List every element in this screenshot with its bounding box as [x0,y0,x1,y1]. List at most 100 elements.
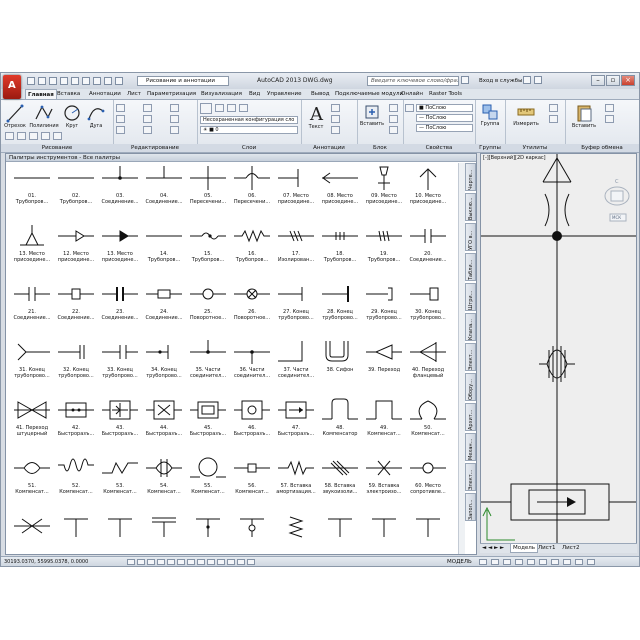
copy-clip-icon[interactable] [605,115,614,123]
cut-icon[interactable] [605,104,614,112]
palette-tool[interactable]: 13. Место присоедине... [10,221,54,279]
palette-tool[interactable] [10,511,54,554]
palette-tab-3[interactable]: УГО в... [465,223,476,251]
palette-tool[interactable] [230,511,274,554]
dyn-icon[interactable] [207,559,215,565]
palette-tool[interactable]: 50. Компенсат... [406,395,450,453]
palette-tool[interactable]: 26. Поворотное... [230,279,274,337]
grid-icon[interactable] [137,559,145,565]
hatch-icon[interactable] [17,132,26,140]
text-button[interactable]: A Текст [304,102,328,130]
edit-block-icon[interactable] [389,115,398,123]
palette-tool[interactable]: 14. Трубопров... [142,221,186,279]
palette-tool[interactable]: 16. Трубопров... [230,221,274,279]
ducs-icon[interactable] [197,559,205,565]
maximize-button[interactable]: ▫ [606,75,620,86]
layer-state-select[interactable]: Несохраненная конфигурация сло [200,116,298,124]
tab-9[interactable]: Вывод [309,89,332,99]
palette-tool[interactable]: 25. Поворотное... [186,279,230,337]
tab-sheet2[interactable]: Лист2 [560,544,581,553]
palette-tool[interactable]: 07. Место присоедине... [274,163,318,221]
isolate-objects-icon[interactable] [575,559,583,565]
circle-button[interactable]: Круг [61,103,83,129]
drawing-area[interactable]: [-][Верхний][2D каркас] С МСК [480,153,637,551]
rectangle-icon[interactable] [5,132,14,140]
palette-tool[interactable]: 06. Пересечени... [230,163,274,221]
move-icon[interactable] [116,104,125,112]
dimension-icon[interactable] [331,104,340,112]
polyline-button[interactable]: Полилиния [29,103,59,129]
viewport-label[interactable]: [-][Верхний][2D каркас] [483,155,546,162]
palette-tool[interactable]: 58. Вставка звукоизоли... [318,453,362,511]
save-icon[interactable] [49,77,57,85]
palette-tool[interactable]: 32. Конец трубопрово... [54,337,98,395]
tab-model[interactable]: Модель [510,544,539,553]
selection-cycling-icon[interactable] [247,559,255,565]
palette-tool[interactable]: 22. Соединение... [54,279,98,337]
palette-tool[interactable]: 10. Место присоедине... [406,163,450,221]
palette-tool[interactable]: 08. Место присоедине... [318,163,362,221]
palette-tool[interactable] [362,511,406,554]
tab-11[interactable]: Онлайн [399,89,425,99]
palette-tool[interactable]: 40. Переход фланцевый [406,337,450,395]
arc-button[interactable]: Дуга [85,103,107,129]
undo-icon[interactable] [82,77,90,85]
palette-tab-8[interactable]: Обору... [465,373,476,401]
match-properties-icon[interactable] [405,104,414,112]
tab-5[interactable]: Параметризация [145,89,198,99]
color-select[interactable]: ■ ПоСлою [416,104,473,112]
transparency-icon[interactable] [227,559,235,565]
palette-tool[interactable]: 38. Сифон [318,337,362,395]
palette-tool[interactable] [406,511,450,554]
measure-button[interactable]: Измерить [509,103,543,127]
annotations-panel-title[interactable]: Аннотации [301,144,357,152]
linetype-select[interactable]: — ПоСлою [416,114,473,122]
palette-tool[interactable]: 15. Трубопров... [186,221,230,279]
rotate-icon[interactable] [143,104,152,112]
palette-tool[interactable]: 55. Компенсат... [186,453,230,511]
stretch-icon[interactable] [116,126,125,134]
palette-tool[interactable]: 31. Конец трубопрово... [10,337,54,395]
help-icon[interactable] [534,76,542,84]
sign-in-button[interactable]: Вход в службы [479,76,522,86]
binoculars-icon[interactable] [461,76,469,84]
scale-icon[interactable] [143,126,152,134]
snap-icon[interactable] [127,559,135,565]
insert-block-button[interactable]: Вставить [359,103,385,127]
palette-tool[interactable]: 59. Вставка электроизо... [362,453,406,511]
palette-tool[interactable]: 28. Конец трубопрово... [318,279,362,337]
tab-12[interactable]: Raster Tools [427,89,464,99]
palette-tool[interactable]: 21. Соединение... [10,279,54,337]
palette-scrollbar[interactable] [458,163,465,554]
tab-8[interactable]: Управление [265,89,304,99]
palette-tool[interactable]: 09. Место присоедине... [362,163,406,221]
otrack-icon[interactable] [187,559,195,565]
palette-tool[interactable]: 42. Быстроразъ... [54,395,98,453]
palette-tool[interactable]: 02. Трубопров... [54,163,98,221]
palette-tool[interactable]: 30. Конец трубопрово... [406,279,450,337]
model-space-status[interactable]: МОДЕЛЬ [447,557,472,566]
palette-tool[interactable]: 52. Компенсат... [54,453,98,511]
clipboard-panel-title[interactable]: Буфер обмена [565,144,639,152]
groups-panel-title[interactable]: Группы [475,144,505,152]
palette-tool[interactable]: 24. Соединение... [142,279,186,337]
palette-tab-4[interactable]: Табли... [465,253,476,281]
3d-osnap-icon[interactable] [177,559,185,565]
palette-tool[interactable]: 36. Части соединител... [230,337,274,395]
palette-tool[interactable]: 03. Соединение... [98,163,142,221]
viewcube[interactable]: С МСК [602,170,632,240]
palette-tool[interactable]: 18. Трубопров... [318,221,362,279]
palette-tool[interactable]: 04. Соединение... [142,163,186,221]
palette-tool[interactable] [142,511,186,554]
palette-tool[interactable] [98,511,142,554]
copy-icon[interactable] [116,115,125,123]
palette-tool[interactable]: 47. Быстроразъ... [274,395,318,453]
lineweight-select[interactable]: — ПоСлою [416,124,473,132]
zoom-icon[interactable] [503,559,511,565]
spline-icon[interactable] [29,132,38,140]
layer-properties-icon[interactable] [200,103,212,114]
calculator-icon[interactable] [549,115,558,123]
palette-tool[interactable]: 12. Место присоедине... [54,221,98,279]
utilities-panel-title[interactable]: Утилиты [505,144,565,152]
group-button[interactable]: Группа [477,103,503,127]
